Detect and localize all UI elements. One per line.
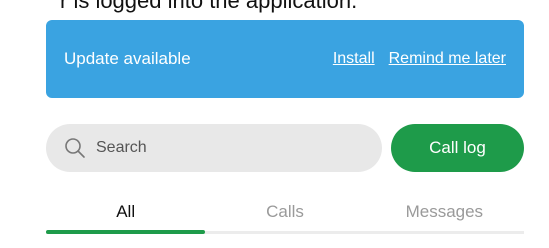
search-bar[interactable] bbox=[46, 124, 382, 172]
search-icon bbox=[64, 137, 86, 159]
app-screen: r is logged into the application. Update… bbox=[0, 0, 549, 248]
update-banner: Update available Install Remind me later bbox=[46, 20, 524, 98]
search-input[interactable] bbox=[96, 139, 346, 157]
caption-text: r is logged into the application. bbox=[60, 0, 358, 13]
install-link[interactable]: Install bbox=[333, 50, 375, 68]
tab-calls[interactable]: Calls bbox=[205, 196, 364, 236]
remind-later-link[interactable]: Remind me later bbox=[389, 50, 506, 68]
update-message: Update available bbox=[64, 49, 191, 68]
call-log-button[interactable]: Call log bbox=[391, 124, 524, 172]
active-tab-indicator bbox=[46, 230, 205, 234]
tab-messages[interactable]: Messages bbox=[365, 196, 524, 236]
